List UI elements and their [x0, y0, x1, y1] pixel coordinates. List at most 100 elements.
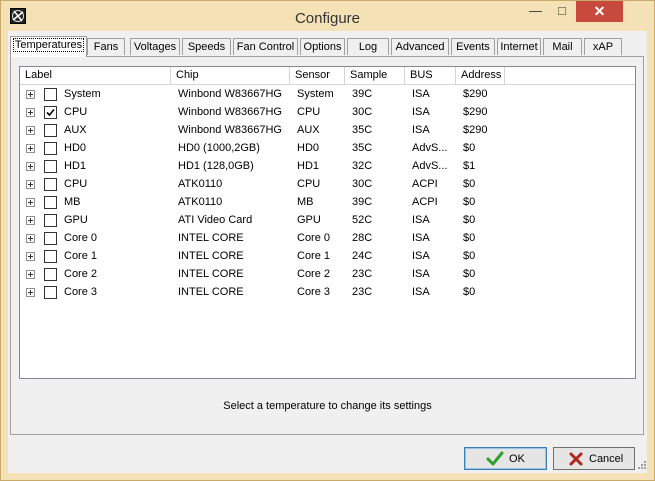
table-row[interactable]: GPU ATI Video Card GPU 52C ISA $0 [20, 211, 635, 229]
cell-chip: INTEL CORE [178, 232, 244, 244]
expand-icon[interactable] [26, 162, 35, 171]
table-row[interactable]: System Winbond W83667HG System 39C ISA $290 [20, 85, 635, 103]
status-text: Select a temperature to change its setti… [223, 400, 432, 412]
table-row[interactable]: MB ATK0110 MB 39C ACPI $0 [20, 193, 635, 211]
table-row[interactable]: Core 3 INTEL CORE Core 3 23C ISA $0 [20, 283, 635, 301]
row-checkbox[interactable] [44, 178, 57, 191]
cell-sample: 28C [352, 232, 373, 244]
cell-label: Core 1 [64, 250, 98, 262]
row-checkbox[interactable] [44, 286, 57, 299]
column-header-bus[interactable]: BUS [405, 67, 456, 84]
configure-window: Configure — □ ✕ Temperatures Fans Voltag… [0, 0, 655, 481]
cell-sample: 52C [352, 214, 373, 226]
cell-bus: AdvS... [412, 160, 448, 172]
expand-icon[interactable] [26, 180, 35, 189]
cell-label: GPU [64, 214, 88, 226]
tab-mail[interactable]: Mail [543, 38, 582, 55]
row-checkbox[interactable] [44, 232, 57, 245]
maximize-button[interactable]: □ [549, 1, 575, 22]
expand-icon[interactable] [26, 108, 35, 117]
expand-icon[interactable] [26, 198, 35, 207]
row-checkbox[interactable] [44, 196, 57, 209]
column-header-sample[interactable]: Sample [345, 67, 405, 84]
table-row[interactable]: CPU ATK0110 CPU 30C ACPI $0 [20, 175, 635, 193]
expand-icon[interactable] [26, 144, 35, 153]
cell-bus: ISA [412, 88, 430, 100]
table-row[interactable]: HD0 HD0 (1000,2GB) HD0 35C AdvS... $0 [20, 139, 635, 157]
tab-temperatures[interactable]: Temperatures [10, 36, 87, 57]
cell-bus: ACPI [412, 196, 438, 208]
title-bar[interactable]: Configure — □ ✕ [1, 1, 654, 31]
column-header-sensor[interactable]: Sensor [290, 67, 345, 84]
cell-sensor: Core 3 [297, 286, 331, 298]
cell-sample: 35C [352, 142, 373, 154]
table-row[interactable]: Core 0 INTEL CORE Core 0 28C ISA $0 [20, 229, 635, 247]
cell-chip: Winbond W83667HG [178, 106, 282, 118]
temperature-list[interactable]: Label Chip Sensor Sample BUS Address Sys… [19, 66, 636, 379]
expand-icon[interactable] [26, 90, 35, 99]
row-checkbox[interactable] [44, 106, 57, 119]
tab-fans[interactable]: Fans [87, 38, 125, 55]
cell-sensor: CPU [297, 178, 321, 190]
cell-sensor: System [297, 88, 334, 100]
cell-bus: ISA [412, 106, 430, 118]
cell-sensor: AUX [297, 124, 320, 136]
cell-chip: ATI Video Card [178, 214, 253, 226]
cell-sample: 24C [352, 250, 373, 262]
cell-sensor: Core 0 [297, 232, 331, 244]
cell-address: $290 [463, 106, 488, 118]
row-checkbox[interactable] [44, 88, 57, 101]
row-checkbox[interactable] [44, 160, 57, 173]
cell-sample: 32C [352, 160, 373, 172]
tab-xap[interactable]: xAP [584, 38, 622, 55]
cell-bus: ISA [412, 286, 430, 298]
table-row[interactable]: Core 1 INTEL CORE Core 1 24C ISA $0 [20, 247, 635, 265]
row-checkbox[interactable] [44, 214, 57, 227]
table-row[interactable]: CPU Winbond W83667HG CPU 30C ISA $290 [20, 103, 635, 121]
table-row[interactable]: HD1 HD1 (128,0GB) HD1 32C AdvS... $1 [20, 157, 635, 175]
cell-sensor: MB [297, 196, 314, 208]
row-checkbox[interactable] [44, 250, 57, 263]
expand-icon[interactable] [26, 288, 35, 297]
table-row[interactable]: AUX Winbond W83667HG AUX 35C ISA $290 [20, 121, 635, 139]
table-row[interactable]: Core 2 INTEL CORE Core 2 23C ISA $0 [20, 265, 635, 283]
ok-button[interactable]: OK [464, 447, 547, 470]
cell-chip: ATK0110 [178, 196, 223, 208]
minimize-button[interactable]: — [522, 1, 549, 22]
tab-fan-control[interactable]: Fan Control [233, 38, 298, 55]
row-checkbox[interactable] [44, 142, 57, 155]
dialog-body: Temperatures Fans Voltages Speeds Fan Co… [8, 31, 647, 473]
cell-sample: 23C [352, 268, 373, 280]
cell-chip: HD1 (128,0GB) [178, 160, 254, 172]
resize-grip-icon[interactable] [635, 460, 647, 472]
cell-sensor: CPU [297, 106, 321, 118]
expand-icon[interactable] [26, 234, 35, 243]
cell-sensor: Core 1 [297, 250, 331, 262]
tab-internet[interactable]: Internet [497, 38, 541, 55]
column-header-address[interactable]: Address [456, 67, 505, 84]
cell-chip: Winbond W83667HG [178, 88, 282, 100]
column-header-label[interactable]: Label [20, 67, 171, 84]
expand-icon[interactable] [26, 216, 35, 225]
column-header-chip[interactable]: Chip [171, 67, 290, 84]
cell-address: $0 [463, 178, 476, 190]
cell-label: CPU [64, 178, 88, 190]
cell-label: Core 3 [64, 286, 98, 298]
close-button[interactable]: ✕ [576, 1, 623, 22]
cell-label: System [64, 88, 101, 100]
expand-icon[interactable] [26, 270, 35, 279]
expand-icon[interactable] [26, 126, 35, 135]
tab-speeds[interactable]: Speeds [182, 38, 231, 55]
cell-bus: ISA [412, 214, 430, 226]
tab-voltages[interactable]: Voltages [130, 38, 180, 55]
tab-log[interactable]: Log [347, 38, 389, 55]
cell-label: Core 2 [64, 268, 98, 280]
expand-icon[interactable] [26, 252, 35, 261]
tab-events[interactable]: Events [451, 38, 495, 55]
row-checkbox[interactable] [44, 124, 57, 137]
cancel-button[interactable]: Cancel [553, 447, 635, 470]
tab-options[interactable]: Options [300, 38, 345, 55]
tab-advanced[interactable]: Advanced [391, 38, 449, 55]
cell-address: $0 [463, 286, 476, 298]
row-checkbox[interactable] [44, 268, 57, 281]
